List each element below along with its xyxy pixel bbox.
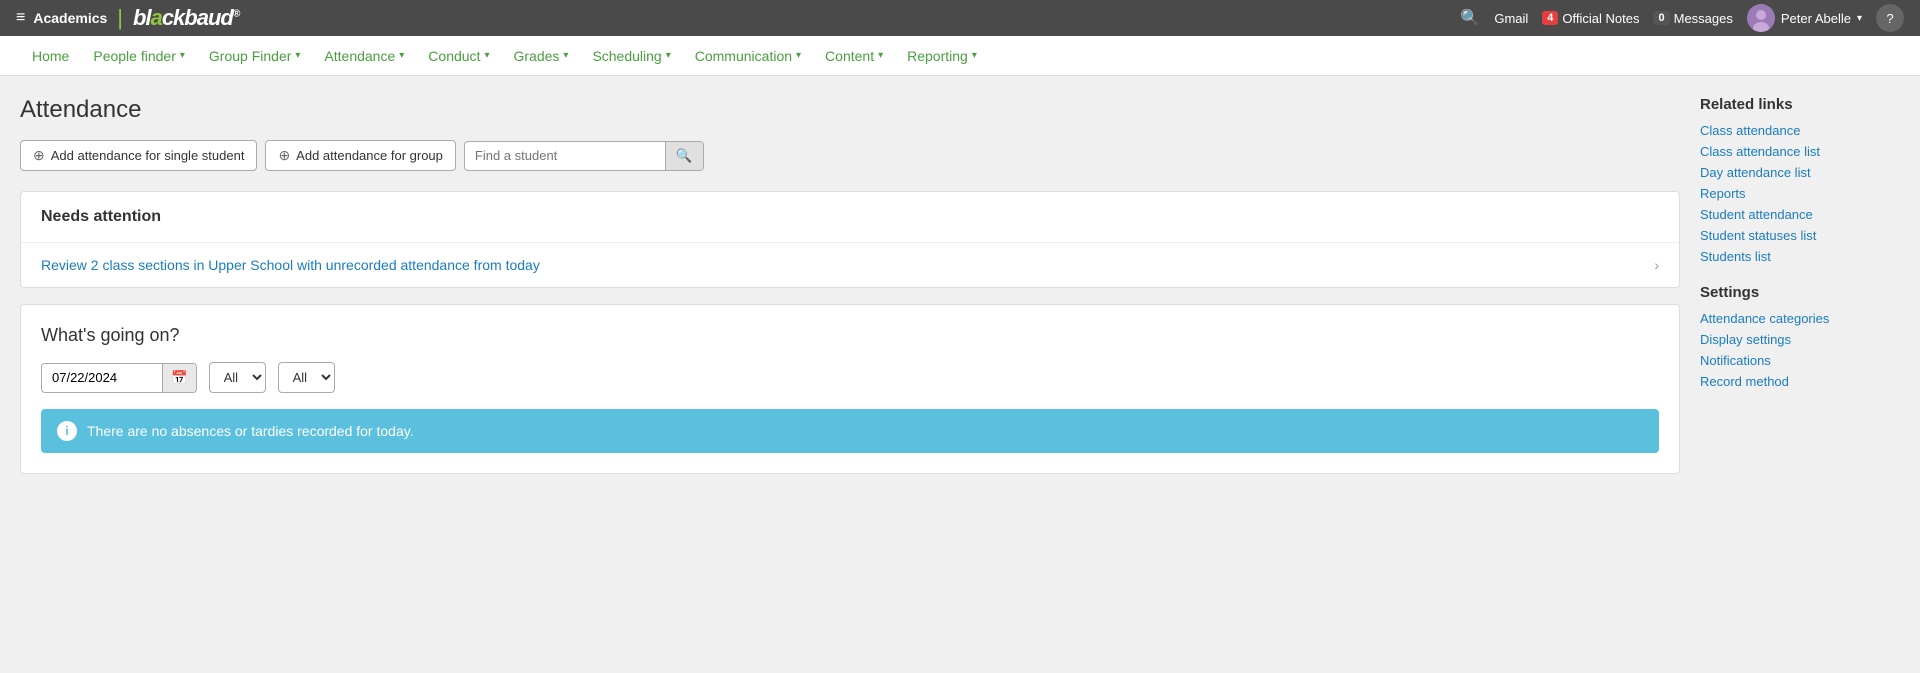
calendar-icon[interactable]: 📅 [162,364,196,392]
sidebar-link-class-attendance[interactable]: Class attendance [1700,123,1900,138]
nav-attendance[interactable]: Attendance ▾ [312,36,416,76]
secondary-nav: Home People finder ▾ Group Finder ▾ Atte… [0,36,1920,76]
sidebar: Related links Class attendance Class att… [1700,96,1900,653]
plus-icon: ⊕ [278,147,290,164]
messages-link[interactable]: 0 Messages [1653,11,1732,26]
sidebar-link-display-settings[interactable]: Display settings [1700,332,1900,347]
nav-group-finder[interactable]: Group Finder ▾ [197,36,313,76]
brand: Academics | blackbaud® [33,5,239,31]
page-title: Attendance [20,96,1680,124]
blackbaud-logo: blackbaud® [133,5,239,31]
needs-attention-header: Needs attention [21,192,1679,243]
avatar [1747,4,1775,32]
sidebar-link-day-attendance-list[interactable]: Day attendance list [1700,165,1900,180]
needs-attention-link[interactable]: Review 2 class sections in Upper School … [21,243,1679,287]
info-message: There are no absences or tardies recorde… [87,423,414,439]
card-title: What's going on? [41,325,1659,346]
action-bar: ⊕ Add attendance for single student ⊕ Ad… [20,140,1680,171]
sidebar-link-student-attendance[interactable]: Student attendance [1700,207,1900,222]
main-layout: Attendance ⊕ Add attendance for single s… [0,76,1920,673]
chevron-down-icon: ▾ [563,50,568,61]
messages-count: 0 [1653,11,1669,25]
card-body: What's going on? 📅 All All i There ar [21,305,1679,473]
top-bar-left: ≡ Academics | blackbaud® [16,5,239,31]
user-name: Peter Abelle [1781,11,1851,26]
add-single-student-button[interactable]: ⊕ Add attendance for single student [20,140,257,171]
user-dropdown-icon: ▾ [1857,13,1862,24]
info-icon: i [57,421,77,441]
settings-section: Settings Attendance categories Display s… [1700,284,1900,389]
needs-attention-card: Needs attention Review 2 class sections … [20,191,1680,288]
main-content: Attendance ⊕ Add attendance for single s… [20,96,1680,653]
chevron-down-icon: ▾ [972,50,977,61]
sidebar-link-notifications[interactable]: Notifications [1700,353,1900,368]
search-button[interactable]: 🔍 [665,142,703,170]
hamburger-icon[interactable]: ≡ [16,9,25,27]
top-bar: ≡ Academics | blackbaud® 🔍 Gmail 4 Offic… [0,0,1920,36]
chevron-down-icon: ▾ [180,50,185,61]
nav-people-finder[interactable]: People finder ▾ [81,36,197,76]
chevron-down-icon: ▾ [666,50,671,61]
date-input[interactable] [42,364,162,391]
sidebar-link-reports[interactable]: Reports [1700,186,1900,201]
chevron-down-icon: ▾ [399,50,404,61]
nav-communication[interactable]: Communication ▾ [683,36,813,76]
top-bar-right: 🔍 Gmail 4 Official Notes 0 Messages Pete… [1460,4,1904,32]
chevron-down-icon: ▾ [484,50,489,61]
messages-label: Messages [1674,11,1733,26]
chevron-down-icon: ▾ [295,50,300,61]
filter-dropdown-2[interactable]: All [278,362,335,393]
official-notes-label: Official Notes [1562,11,1639,26]
user-info[interactable]: Peter Abelle ▾ [1747,4,1862,32]
nav-reporting[interactable]: Reporting ▾ [895,36,989,76]
chevron-right-icon: › [1654,257,1659,273]
nav-conduct[interactable]: Conduct ▾ [416,36,501,76]
sidebar-link-record-method[interactable]: Record method [1700,374,1900,389]
official-notes-badge[interactable]: 4 Official Notes [1542,11,1639,26]
student-search-box: 🔍 [464,141,704,171]
settings-title: Settings [1700,284,1900,301]
help-button[interactable]: ? [1876,4,1904,32]
chevron-down-icon: ▾ [878,50,883,61]
info-banner: i There are no absences or tardies recor… [41,409,1659,453]
nav-scheduling[interactable]: Scheduling ▾ [580,36,682,76]
chevron-down-icon: ▾ [796,50,801,61]
gmail-link[interactable]: Gmail [1494,11,1528,26]
nav-grades[interactable]: Grades ▾ [501,36,580,76]
sidebar-link-class-attendance-list[interactable]: Class attendance list [1700,144,1900,159]
official-notes-count: 4 [1542,11,1558,25]
filter-dropdown-1[interactable]: All [209,362,266,393]
plus-icon: ⊕ [33,147,45,164]
sidebar-link-attendance-categories[interactable]: Attendance categories [1700,311,1900,326]
search-input[interactable] [465,142,665,169]
sidebar-link-students-list[interactable]: Students list [1700,249,1900,264]
sidebar-link-student-statuses-list[interactable]: Student statuses list [1700,228,1900,243]
nav-content[interactable]: Content ▾ [813,36,895,76]
search-icon[interactable]: 🔍 [1460,8,1480,28]
add-group-button[interactable]: ⊕ Add attendance for group [265,140,455,171]
whats-going-on-card: What's going on? 📅 All All i There ar [20,304,1680,474]
academics-label: Academics [33,10,107,26]
nav-home[interactable]: Home [20,36,81,76]
date-filter: 📅 [41,363,197,393]
brand-pipe: | [117,5,123,31]
filter-row: 📅 All All [41,362,1659,393]
related-links-title: Related links [1700,96,1900,113]
